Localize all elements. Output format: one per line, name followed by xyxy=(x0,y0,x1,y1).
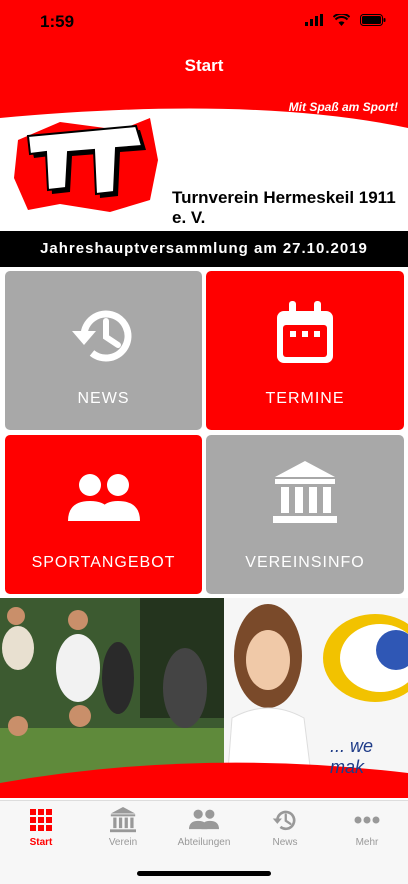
tab-news[interactable]: News xyxy=(244,807,326,848)
status-time: 1:59 xyxy=(40,12,75,31)
tab-verein-label: Verein xyxy=(108,837,138,848)
calendar-icon xyxy=(277,301,333,363)
tile-news-label: NEWS xyxy=(77,390,130,407)
promo-banner[interactable]: ... we mak xyxy=(0,598,408,798)
people-icon xyxy=(189,809,219,830)
history-icon xyxy=(71,310,131,362)
tvh-logo xyxy=(14,118,158,212)
tab-bar: Start Verein Abteilungen News Mehr xyxy=(0,800,408,884)
tab-abteilungen[interactable]: Abteilungen xyxy=(163,807,245,848)
slogan: Mit Spaß am Sport! xyxy=(288,100,398,114)
tab-mehr-label: Mehr xyxy=(355,837,379,848)
institution-icon xyxy=(110,807,136,833)
tile-vereinsinfo-label: VEREINSINFO xyxy=(245,554,365,571)
tile-termine[interactable]: TERMINE xyxy=(206,271,404,430)
tab-start[interactable]: Start xyxy=(0,807,82,848)
grid-icon xyxy=(30,809,52,831)
status-bar: 1:59 xyxy=(0,0,408,44)
tile-sportangebot-label: SPORTANGEBOT xyxy=(31,554,176,571)
news-ticker[interactable]: Jahreshauptversammlung am 27.10.2019 xyxy=(0,231,408,267)
navigation-bar: Start xyxy=(0,44,408,100)
status-icons xyxy=(305,14,386,26)
tile-vereinsinfo[interactable]: VEREINSINFO xyxy=(206,435,404,594)
page-title: Start xyxy=(184,56,224,75)
tab-verein[interactable]: Verein xyxy=(82,807,164,848)
tile-sportangebot[interactable]: SPORTANGEBOT xyxy=(5,435,202,594)
institution-icon xyxy=(273,461,337,523)
promo-caption: ... we mak xyxy=(330,736,374,777)
tile-news[interactable]: NEWS xyxy=(5,271,202,430)
wifi-icon xyxy=(333,14,350,26)
signal-icon xyxy=(305,14,323,26)
tab-start-label: Start xyxy=(29,837,53,848)
home-indicator xyxy=(137,871,271,876)
tab-mehr[interactable]: Mehr xyxy=(326,807,408,848)
more-icon xyxy=(354,816,380,824)
battery-icon xyxy=(360,14,386,26)
tab-abteilungen-label: Abteilungen xyxy=(177,837,231,848)
tile-termine-label: TERMINE xyxy=(265,390,345,407)
history-icon xyxy=(272,810,296,831)
tab-news-label: News xyxy=(272,837,298,848)
people-icon xyxy=(67,474,140,521)
club-name: Turnverein Hermeskeil 1911 e. V. xyxy=(172,188,396,227)
